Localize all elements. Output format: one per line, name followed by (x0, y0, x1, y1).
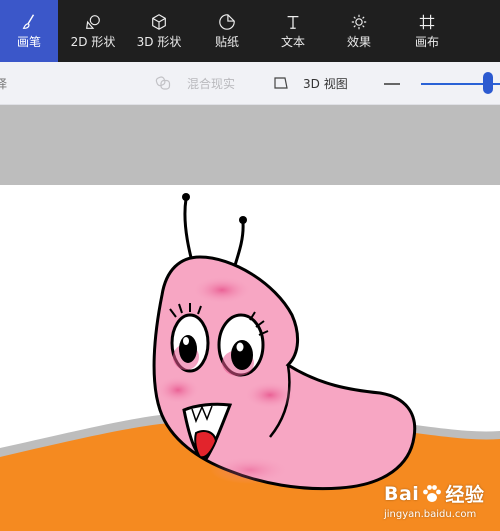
watermark: Bai 经验 jingyan.baidu.com (384, 480, 485, 521)
tab-brushes[interactable]: 画笔 (0, 0, 58, 62)
tab-label: 效果 (346, 35, 371, 49)
view-3d-icon (274, 77, 288, 89)
tab-label: 贴纸 (214, 35, 239, 49)
paw-logo-icon (423, 484, 442, 502)
tab-label: 3D 形状 (136, 35, 182, 49)
sun-icon (351, 14, 367, 30)
mixed-reality-label: 混合现实 (187, 76, 236, 91)
shapes-2d-icon (86, 15, 100, 29)
zoom-slider-thumb[interactable] (483, 72, 493, 94)
tab-label: 文本 (280, 35, 305, 49)
tab-label: 2D 形状 (70, 35, 116, 49)
tab-2d-shapes[interactable]: 2D 形状 (62, 0, 124, 62)
watermark-brand: Bai (384, 482, 420, 505)
watermark-suffix: 经验 (445, 484, 485, 506)
tab-label: 画笔 (16, 35, 41, 49)
view-3d-button[interactable]: 3D 视图 (273, 62, 348, 104)
select-label[interactable]: 择 (0, 75, 7, 92)
tab-effects[interactable]: 效果 (330, 0, 388, 62)
mixed-reality-icon (155, 76, 171, 90)
top-ribbon: 画笔 2D 形状 3D 形状 贴纸 文本 效果 画布 (0, 0, 500, 62)
cube-icon (152, 14, 166, 30)
tab-canvas[interactable]: 画布 (396, 0, 458, 62)
text-icon (287, 15, 299, 29)
zoom-out-icon[interactable] (384, 83, 400, 85)
workspace-background (0, 105, 500, 185)
watermark-url: jingyan.baidu.com (384, 509, 477, 520)
tab-stickers[interactable]: 贴纸 (198, 0, 256, 62)
view-3d-label: 3D 视图 (303, 76, 348, 91)
mixed-reality-button[interactable]: 混合现实 (155, 62, 235, 104)
brush-icon (22, 14, 35, 29)
tab-3d-shapes[interactable]: 3D 形状 (128, 0, 190, 62)
canvas-icon (419, 14, 435, 30)
tab-label: 画布 (414, 35, 439, 49)
sticker-icon (219, 14, 235, 30)
tab-text[interactable]: 文本 (264, 0, 322, 62)
